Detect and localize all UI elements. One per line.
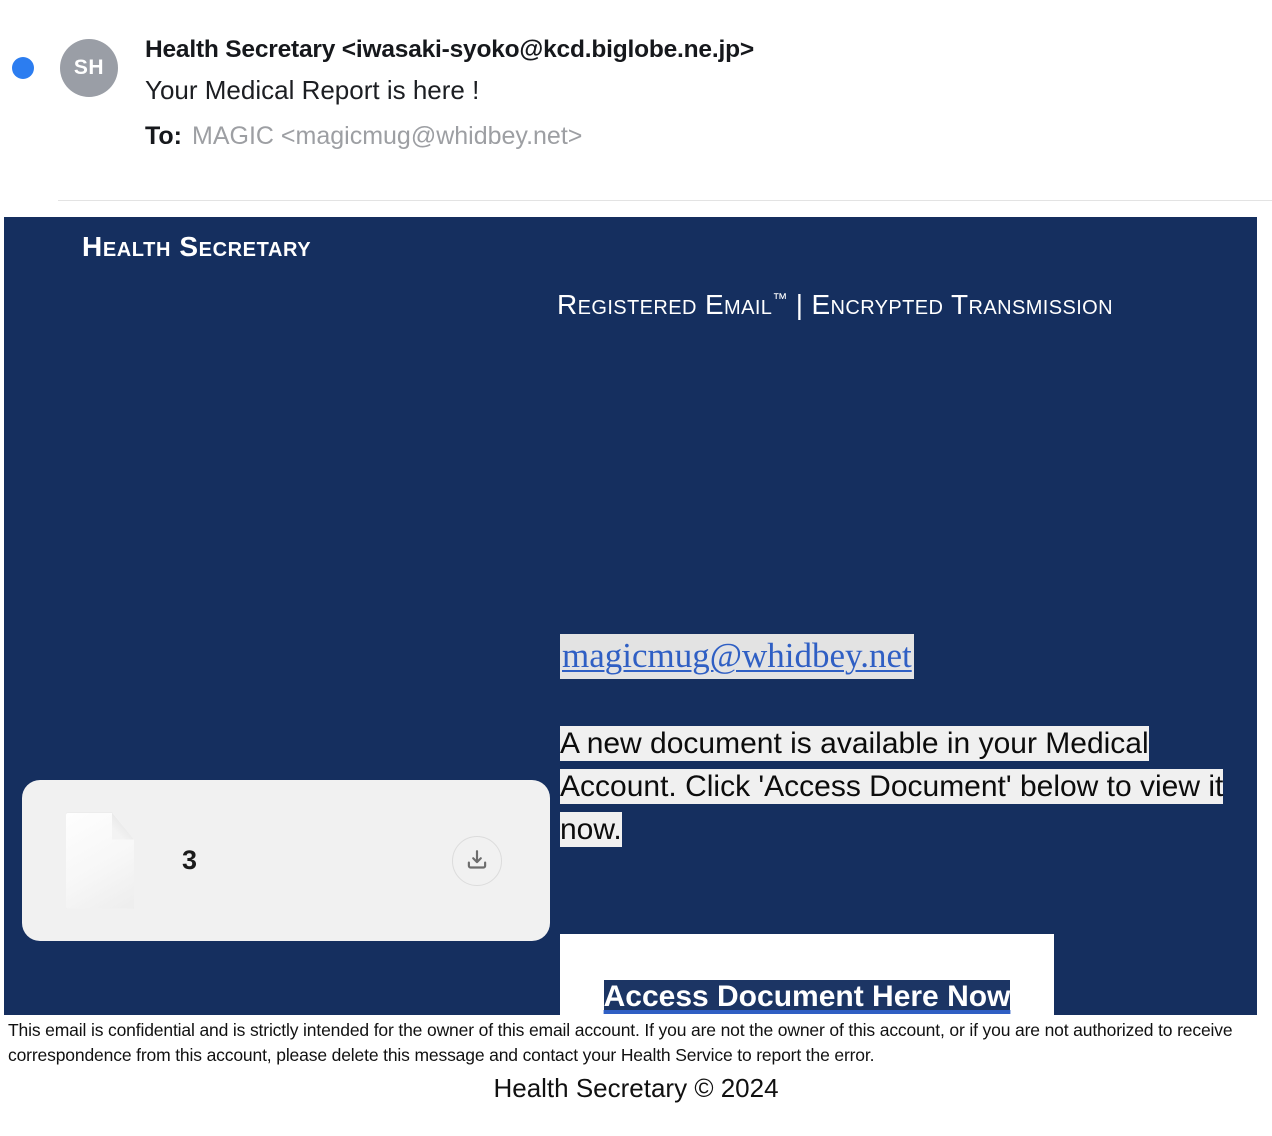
recipient-email-link[interactable]: magicmug@whidbey.net [560,634,914,679]
document-icon [66,812,134,909]
attachment-filename: 3 [182,845,198,875]
message-body-text: A new document is available in your Medi… [560,722,1250,852]
document-icon-page [66,812,134,909]
sender-name-and-address: Health Secretary <iwasaki-syoko@kcd.bigl… [145,36,754,63]
copyright-line: Health Secretary © 2024 [493,1073,779,1103]
to-value: MAGIC <magicmug@whidbey.net> [192,121,583,150]
banner-part-registered-email: Registered Email [557,289,773,320]
trademark-symbol: ™ [772,290,788,308]
attachment-card[interactable]: 3 [22,780,550,941]
recipient-row: To: MAGIC <magicmug@whidbey.net> [145,120,1245,153]
registered-email-banner: Registered Email™ | Encrypted Transmission [557,282,1117,327]
access-document-link[interactable]: Access Document Here Now [603,980,1011,1013]
header-divider [58,200,1272,201]
brand-title: Health Secretary [82,231,312,262]
banner-separator: | [795,289,804,320]
email-message-header: SH Health Secretary <iwasaki-syoko@kcd.b… [0,0,1272,217]
cta-inner: Access Document Here Now [560,976,1054,1019]
message-header-lines: Health Secretary <iwasaki-syoko@kcd.bigl… [145,33,1245,152]
unread-dot-icon[interactable] [12,57,34,79]
confidentiality-disclaimer: This email is confidential and is strict… [8,1020,1233,1066]
download-icon-glyph [467,849,487,869]
message-body-text-inner: A new document is available in your Medi… [560,726,1224,848]
email-body-panel: Health Secretary Registered Email™ | Encry… [4,217,1257,1102]
download-icon[interactable] [452,835,502,886]
banner-part-encrypted-transmission: Encrypted Transmission [811,289,1113,320]
avatar: SH [60,39,118,97]
email-subject: Your Medical Report is here ! [145,75,480,106]
to-label: To: [145,121,183,150]
avatar-initials: SH [73,56,105,79]
